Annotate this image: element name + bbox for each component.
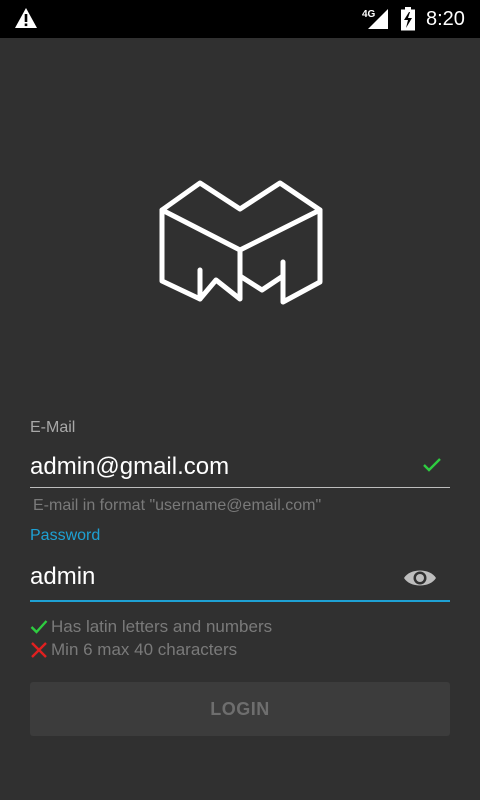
check-icon [423,458,441,472]
clock: 8:20 [426,8,465,30]
rule-length: Min 6 max 40 characters [30,639,237,661]
rule-text: Has latin letters and numbers [51,617,273,636]
login-button[interactable]: LOGIN [30,682,450,736]
email-label: E-Mail [30,419,76,436]
rule-text: Min 6 max 40 characters [51,640,238,659]
eye-icon[interactable] [402,565,438,591]
status-bar: 4G 8:20 [0,0,480,38]
password-label: Password [30,527,101,544]
password-input[interactable]: admin [30,563,95,591]
email-underline [30,487,450,488]
email-hint: E-mail in format "username@email.com" [33,497,322,514]
password-underline [30,600,450,602]
email-input[interactable]: admin@gmail.com [30,453,229,481]
warning-icon [15,8,37,28]
signal-icon [368,9,388,29]
cross-icon [31,642,47,658]
battery-charging-icon [401,7,415,31]
m-cube-logo [159,180,323,305]
rule-latin-letters: Has latin letters and numbers [30,616,272,638]
check-icon [30,620,48,634]
